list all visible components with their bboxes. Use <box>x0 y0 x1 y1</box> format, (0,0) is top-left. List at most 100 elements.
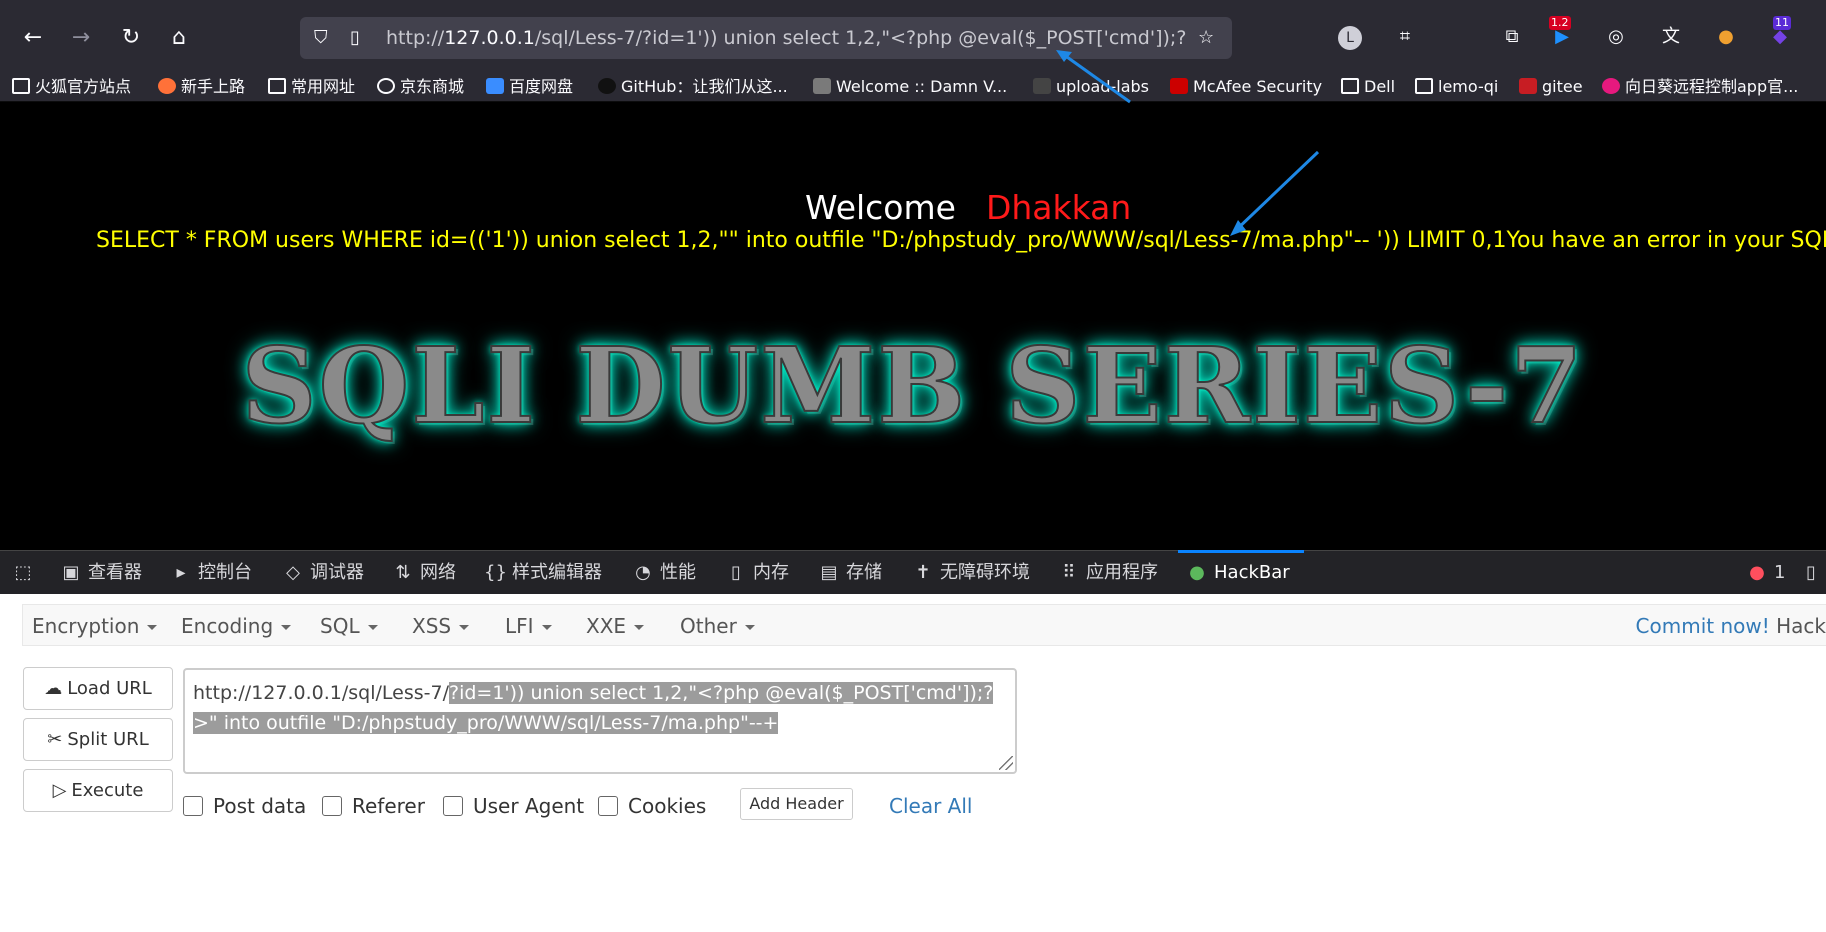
cookie-icon[interactable]: ● <box>1711 22 1741 52</box>
crop-icon[interactable]: ⌗ <box>1390 22 1420 52</box>
folder-icon <box>1341 78 1359 94</box>
commit-link-label: Commit now! <box>1635 614 1770 638</box>
console-icon: ▸ <box>176 562 186 583</box>
checkbox-label: Referer <box>352 794 425 818</box>
menu-lfi[interactable]: LFI <box>505 614 552 638</box>
tab-application[interactable]: ⠿ 应用程序 <box>1058 562 1158 584</box>
bookmark-item[interactable]: 百度网盘 <box>486 76 573 98</box>
home-icon[interactable]: ⌂ <box>163 22 195 54</box>
hackbar-panel: Encryption Encoding SQL XSS LFI XXE Othe… <box>0 594 1826 932</box>
back-icon[interactable]: ← <box>17 22 49 54</box>
dock-icon[interactable]: ▯ <box>1800 562 1826 584</box>
add-header-button[interactable]: Add Header <box>740 788 853 820</box>
user-agent-checkbox[interactable]: User Agent <box>443 794 584 818</box>
bookmark-item[interactable]: McAfee Security <box>1170 76 1322 98</box>
commit-rest-label: Hack <box>1776 614 1826 638</box>
menu-other[interactable]: Other <box>680 614 755 638</box>
gauge-icon: ◔ <box>635 562 651 583</box>
translate-icon[interactable]: 文 <box>1656 22 1686 52</box>
bookmark-item[interactable]: 火狐官方站点 <box>12 76 131 98</box>
tab-inspector[interactable]: ▣ 查看器 <box>60 562 142 584</box>
forward-icon[interactable]: → <box>65 22 97 54</box>
menu-sql[interactable]: SQL <box>320 614 378 638</box>
load-url-button[interactable]: ☁ Load URL <box>23 667 173 710</box>
tab-style-editor[interactable]: {} 样式编辑器 <box>484 562 602 584</box>
post-data-checkbox[interactable]: Post data <box>183 794 306 818</box>
page-icon[interactable]: ▯ <box>350 27 360 48</box>
debugger-icon: ◇ <box>286 562 300 583</box>
menu-label: Encryption <box>32 614 140 638</box>
bookmark-label: lemo-qi <box>1438 77 1499 96</box>
extension-flag-icon[interactable]: ▶ 1.2 <box>1547 16 1577 52</box>
extension-purple-icon[interactable]: ◆ 11 <box>1765 16 1795 52</box>
button-label: Load URL <box>67 678 152 699</box>
bookmark-item[interactable]: 京东商城 <box>377 76 464 98</box>
url-text[interactable]: http://127.0.0.1/sql/Less-7/?id=1')) uni… <box>386 27 1186 49</box>
referer-checkbox[interactable]: Referer <box>322 794 425 818</box>
bookmark-label: GitHub：让我们从这... <box>621 77 788 96</box>
tab-performance[interactable]: ◔ 性能 <box>632 562 696 584</box>
tab-label: 应用程序 <box>1086 562 1158 583</box>
execute-button[interactable]: ▷ Execute <box>23 769 173 812</box>
tab-memory[interactable]: ▯ 内存 <box>725 562 789 584</box>
checkbox-icon[interactable] <box>322 796 342 816</box>
tab-label: HackBar <box>1214 562 1290 583</box>
bookmark-item[interactable]: GitHub：让我们从这... <box>598 76 788 98</box>
bookmark-item[interactable]: 向日葵远程控制app官... <box>1602 76 1798 98</box>
mcafee-icon <box>1170 78 1188 94</box>
bookmark-item[interactable]: upload-labs <box>1033 76 1149 98</box>
tab-label: 查看器 <box>88 562 142 583</box>
bookmark-label: 向日葵远程控制app官... <box>1625 77 1799 96</box>
reload-icon[interactable]: ↻ <box>115 22 147 54</box>
resize-grip-icon[interactable] <box>999 756 1013 770</box>
caret-down-icon <box>147 625 158 630</box>
bookmark-label: Welcome :: Damn V... <box>836 77 1008 96</box>
bookmark-item[interactable]: gitee <box>1519 76 1583 98</box>
bookmark-item[interactable]: 常用网址 <box>268 76 355 98</box>
caret-down-icon <box>744 625 755 630</box>
bookmark-item[interactable]: lemo-qi <box>1415 76 1498 98</box>
tab-debugger[interactable]: ◇ 调试器 <box>282 562 364 584</box>
page-content: Welcome Dhakkan SELECT * FROM users WHERE… <box>0 102 1826 550</box>
glasses-icon[interactable]: ◎ <box>1601 22 1631 52</box>
tab-console[interactable]: ▸ 控制台 <box>170 562 252 584</box>
tab-label: 性能 <box>660 562 696 583</box>
firefox-icon <box>158 78 176 94</box>
menu-xss[interactable]: XSS <box>412 614 470 638</box>
bookmark-item[interactable]: 新手上路 <box>158 76 245 98</box>
error-count[interactable]: ● 1 <box>1746 562 1785 584</box>
menu-xxe[interactable]: XXE <box>586 614 645 638</box>
clear-all-link[interactable]: Clear All <box>889 794 972 818</box>
menu-encryption[interactable]: Encryption <box>32 614 158 638</box>
checkbox-icon[interactable] <box>183 796 203 816</box>
dvwa-icon <box>813 78 831 94</box>
checkbox-icon[interactable] <box>598 796 618 816</box>
button-label: Execute <box>71 780 144 801</box>
menu-label: XXE <box>586 614 627 638</box>
cookies-checkbox[interactable]: Cookies <box>598 794 706 818</box>
bookmark-label: upload-labs <box>1056 77 1150 96</box>
checkbox-icon[interactable] <box>443 796 463 816</box>
bookmark-label: Dell <box>1364 77 1396 96</box>
bookmark-label: 京东商城 <box>400 77 465 96</box>
url-textarea[interactable]: http://127.0.0.1/sql/Less-7/?id=1')) uni… <box>183 668 1017 774</box>
split-url-button[interactable]: ✂ Split URL <box>23 718 173 761</box>
commit-link[interactable]: Commit now! Hack <box>1636 614 1826 638</box>
bookmark-star-icon[interactable]: ☆ <box>1198 27 1214 48</box>
button-label: Split URL <box>67 729 149 750</box>
tab-network[interactable]: ⇅ 网络 <box>392 562 456 584</box>
menu-label: Other <box>680 614 737 638</box>
menu-encoding[interactable]: Encoding <box>181 614 292 638</box>
sqli-banner: SQLI DUMB SERIES-7 <box>241 323 1585 448</box>
address-bar[interactable]: ⛉ ▯ http://127.0.0.1/sql/Less-7/?id=1'))… <box>300 17 1232 59</box>
tab-storage[interactable]: ▤ 存储 <box>818 562 882 584</box>
extensions-icon[interactable]: ⧉ <box>1497 22 1527 52</box>
tab-hackbar[interactable]: ● HackBar <box>1186 562 1290 584</box>
element-picker-icon[interactable]: ⬚ <box>12 562 40 584</box>
bookmark-item[interactable]: Dell <box>1341 76 1395 98</box>
tab-accessibility[interactable]: ✝ 无障碍环境 <box>912 562 1030 584</box>
grid-icon: ⠿ <box>1062 562 1076 583</box>
shield-icon[interactable]: ⛉ <box>314 27 328 48</box>
bookmark-item[interactable]: Welcome :: Damn V... <box>813 76 1007 98</box>
profile-icon[interactable]: L <box>1338 26 1362 50</box>
